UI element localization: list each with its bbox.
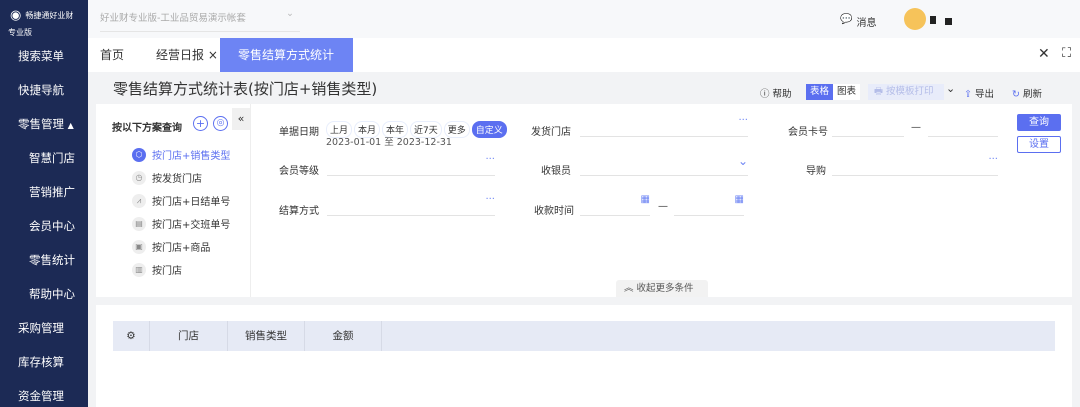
- refresh-button[interactable]: ↻ 刷新: [1012, 86, 1042, 100]
- date-chip[interactable]: 自定义: [471, 121, 507, 138]
- cashier-select[interactable]: ⌄: [580, 154, 748, 176]
- scheme-icon: ◷: [132, 170, 146, 185]
- close-all-icon[interactable]: ✕: [1038, 46, 1050, 62]
- sidebar-item[interactable]: 零售管理 ▲: [0, 116, 88, 132]
- scheme-item[interactable]: ▤ 按门店+交班单号: [132, 216, 230, 231]
- card-start-field[interactable]: [832, 115, 904, 137]
- column-settings-icon[interactable]: ⚙: [113, 321, 150, 351]
- sidebar-item[interactable]: 搜索菜单: [0, 48, 88, 64]
- pay-time-end[interactable]: ▦: [674, 194, 744, 216]
- query-button[interactable]: 查询: [1017, 114, 1061, 131]
- sidebar-item[interactable]: 智慧门店: [0, 150, 88, 166]
- tab-retail-settlement[interactable]: 零售结算方式统计表 ×: [220, 38, 353, 96]
- scheme-icon: ▤: [132, 216, 146, 231]
- sidebar-item[interactable]: 零售统计: [0, 252, 88, 268]
- shopping-guide-field[interactable]: ···: [832, 154, 998, 176]
- user-name-masked: [930, 16, 936, 24]
- messages-button[interactable]: 💬 消息: [840, 14, 876, 29]
- sidebar-item[interactable]: 帮助中心: [0, 286, 88, 302]
- pay-time-start[interactable]: ▦: [580, 194, 650, 216]
- calendar-icon: ▦: [640, 194, 650, 205]
- export-icon: ⇪: [964, 89, 972, 100]
- add-scheme-icon[interactable]: +: [193, 116, 208, 131]
- sidebar-item[interactable]: 会员中心: [0, 218, 88, 234]
- scheme-icon: ▣: [132, 239, 146, 254]
- sidebar-item[interactable]: 库存核算: [0, 354, 88, 370]
- printer-icon: 🖶: [874, 86, 883, 97]
- scheme-item[interactable]: ◷ 按发货门店: [132, 170, 202, 185]
- scheme-item[interactable]: ⩘ 按门店+日结单号: [132, 193, 230, 208]
- view-chart-button[interactable]: 图表: [833, 84, 860, 100]
- settlement-method-field[interactable]: ···: [327, 194, 495, 216]
- print-template-button[interactable]: 🖶 按模板打印: [868, 84, 944, 100]
- scheme-item[interactable]: ▥ 按门店: [132, 262, 182, 277]
- result-table: ⚙ 门店 销售类型 金额: [96, 305, 1072, 407]
- sidebar-item[interactable]: 资金管理: [0, 388, 88, 404]
- collapse-panel-icon[interactable]: «: [232, 108, 250, 130]
- tab-bar: 首页 经营日报 × 零售结算方式统计表 × ✕ ⛶: [88, 38, 1080, 96]
- scheme-icon: ⩘: [132, 193, 146, 208]
- scheme-item[interactable]: ⬡ 按门店+销售类型: [132, 147, 230, 162]
- account-selector[interactable]: 好业财专业版-工业品贸易演示帐套 ⌄: [100, 8, 300, 32]
- message-icon: 💬: [840, 14, 853, 25]
- help-button[interactable]: ⓘ 帮助: [760, 86, 792, 100]
- card-end-field[interactable]: [928, 115, 998, 137]
- collapse-conditions-button[interactable]: ︽ 收起更多条件: [616, 280, 708, 297]
- view-table-button[interactable]: 表格: [806, 84, 833, 100]
- sidebar-item[interactable]: 采购管理: [0, 320, 88, 336]
- chevron-down-icon[interactable]: ⌄: [946, 82, 955, 95]
- column-header[interactable]: 金额: [305, 321, 382, 351]
- filter-panel: 按以下方案查询 + ◎ « ⬡ 按门店+销售类型 ◷ 按发货门店 ⩘ 按门店+日结单号 ▤ 按…: [96, 104, 1072, 297]
- table-header: ⚙ 门店 销售类型 金额: [113, 321, 1055, 351]
- page-title: 零售结算方式统计表(按门店+销售类型): [113, 80, 378, 98]
- sidebar-item[interactable]: 营销推广: [0, 184, 88, 200]
- export-button[interactable]: ⇪ 导出: [964, 86, 994, 100]
- ship-store-field[interactable]: ···: [580, 115, 748, 137]
- sidebar-item[interactable]: 快捷导航: [0, 82, 88, 98]
- brand-logo: ◉ 畅捷通好业财 专业版: [8, 8, 74, 37]
- top-bar: 好业财专业版-工业品贸易演示帐套 ⌄ 💬 消息: [88, 0, 1080, 38]
- chevron-down-icon: ⌄: [286, 8, 294, 19]
- sidebar: ◉ 畅捷通好业财 专业版 搜索菜单快捷导航零售管理 ▲ 智慧门店营销推广会员中心零售…: [0, 0, 88, 407]
- refresh-icon: ↻: [1012, 89, 1020, 100]
- chevron-up-icon: ︽: [624, 283, 634, 294]
- scheme-icon: ⬡: [132, 147, 146, 162]
- scheme-settings-icon[interactable]: ◎: [213, 116, 228, 131]
- user-name-masked: [945, 18, 952, 25]
- caret-up-icon: ▲: [67, 121, 74, 130]
- fullscreen-icon[interactable]: ⛶: [1062, 46, 1071, 61]
- member-level-field[interactable]: ···: [327, 154, 495, 176]
- avatar[interactable]: [904, 8, 926, 30]
- column-header[interactable]: 门店: [150, 321, 228, 351]
- scheme-item[interactable]: ▣ 按门店+商品: [132, 239, 210, 254]
- scheme-panel: 按以下方案查询 + ◎ « ⬡ 按门店+销售类型 ◷ 按发货门店 ⩘ 按门店+日结单号 ▤ 按…: [96, 104, 251, 297]
- close-icon[interactable]: ×: [208, 48, 218, 62]
- date-range: 2023-01-01 至 2023-12-31: [326, 137, 452, 148]
- tab-home[interactable]: 首页: [90, 38, 134, 72]
- title-bar: 零售结算方式统计表(按门店+销售类型) ⓘ 帮助 表格 图表 🖶 按模板打印 ⌄…: [88, 72, 1080, 104]
- scheme-icon: ▥: [132, 262, 146, 277]
- tab-daily-report[interactable]: 经营日报 ×: [146, 38, 228, 72]
- calendar-icon: ▦: [734, 194, 744, 205]
- logo-icon: ◉: [10, 8, 22, 23]
- settings-button[interactable]: 设置: [1017, 136, 1061, 153]
- column-header[interactable]: 销售类型: [228, 321, 305, 351]
